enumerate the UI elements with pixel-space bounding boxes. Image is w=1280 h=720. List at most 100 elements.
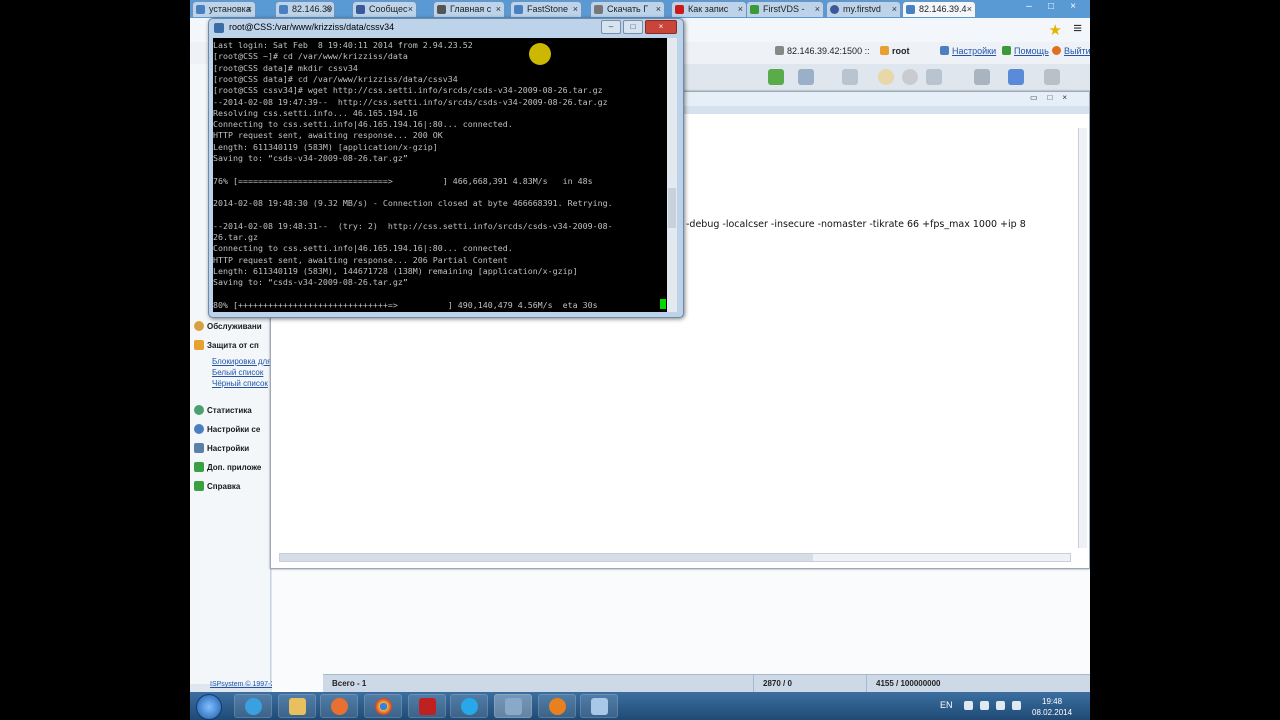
taskbar-ie[interactable]	[234, 694, 272, 718]
terminal-line: 76% [==============================> ] 4…	[213, 175, 593, 186]
minimize-icon[interactable]: –	[601, 20, 621, 34]
bulb-off-icon[interactable]	[902, 69, 918, 85]
vertical-scrollbar[interactable]	[1078, 128, 1087, 548]
clock[interactable]: 19:48 08.02.2014	[1032, 696, 1072, 718]
browser-tab[interactable]: Как запис ×	[671, 1, 747, 17]
tab-favicon-icon	[514, 5, 523, 14]
media-player-icon	[331, 698, 348, 715]
close-icon[interactable]: ×	[573, 2, 578, 17]
tab-label: Скачать Г	[607, 4, 649, 14]
sidebar-item-maintenance[interactable]: Обслуживани	[194, 321, 270, 331]
sidebar-item-label: Защита от сп	[207, 341, 259, 350]
taskbar-filezilla[interactable]	[408, 694, 446, 718]
browser-tab[interactable]: Главная с ×	[433, 1, 505, 17]
sidebar-item-settings[interactable]: Настройки	[194, 443, 270, 453]
browser-tab[interactable]: 82.146.39 ×	[275, 1, 335, 17]
browser-tab[interactable]: Сообщес ×	[352, 1, 417, 17]
terminal-line: 80% [++++++++++++++++++++++++++++++=> ] …	[213, 299, 598, 310]
clock-date: 08.02.2014	[1032, 708, 1073, 717]
add-icon[interactable]	[768, 69, 784, 85]
tab-label: my.firstvd	[843, 4, 881, 14]
terminal-line: Resolving css.setti.info... 46.165.194.1…	[213, 107, 418, 118]
sidebar-subitem-blocking[interactable]: Блокировка для	[212, 357, 270, 366]
close-icon[interactable]: ×	[967, 2, 972, 17]
inner-window-controls[interactable]: ▭□×	[1030, 93, 1077, 102]
tray-flag-icon[interactable]	[964, 701, 973, 710]
close-icon[interactable]: ×	[408, 2, 413, 17]
sidebar-subitem-blacklist[interactable]: Чёрный список	[212, 379, 270, 388]
maximize-icon[interactable]: □	[1040, 0, 1062, 14]
filter-active-icon[interactable]	[1008, 69, 1024, 85]
sidebar-item-label: Доп. приложе	[207, 463, 262, 472]
close-icon[interactable]: ×	[326, 2, 331, 17]
browser-tab[interactable]: Скачать Г ×	[590, 1, 665, 17]
filezilla-icon	[419, 698, 436, 715]
server-ip-text: 82.146.39.42:1500 ::	[787, 46, 870, 56]
close-icon[interactable]: ×	[645, 20, 677, 34]
taskbar-skype[interactable]	[450, 694, 488, 718]
sidebar-subitem-whitelist[interactable]: Белый список	[212, 368, 270, 377]
minimize-icon[interactable]: –	[1018, 0, 1040, 14]
menu-icon[interactable]: ≡	[1073, 20, 1082, 37]
bookmark-star-icon[interactable]: ★	[1049, 21, 1062, 39]
maximize-icon[interactable]: □	[623, 20, 643, 34]
language-indicator[interactable]: EN	[940, 700, 953, 710]
terminal-output[interactable]: Last login: Sat Feb 8 19:40:11 2014 from…	[213, 38, 667, 312]
browser-tab-active[interactable]: 82.146.39.4 ×	[902, 1, 976, 17]
taskbar-half-life[interactable]	[538, 694, 576, 718]
close-icon[interactable]: ×	[1062, 0, 1084, 14]
close-icon[interactable]: ×	[738, 2, 743, 17]
help-link[interactable]: Помощь	[1002, 46, 1049, 56]
close-icon[interactable]: ×	[496, 2, 501, 17]
scrollbar-thumb[interactable]	[280, 554, 813, 561]
terminal-line: Length: 611340119 (583M) [application/x-…	[213, 141, 438, 152]
tab-label: FastStone	[527, 4, 569, 14]
terminal-scrollbar[interactable]	[667, 38, 677, 312]
settings-link[interactable]: Настройки	[940, 46, 996, 56]
logout-link[interactable]: Выйти	[1052, 46, 1090, 56]
taskbar-putty[interactable]	[494, 694, 532, 718]
delete-icon[interactable]	[842, 69, 858, 85]
sidebar-item-spam-protection[interactable]: Защита от сп	[194, 340, 270, 350]
tab-favicon-icon	[279, 5, 288, 14]
tab-label: Как запис	[688, 4, 729, 14]
sidebar-item-server-settings[interactable]: Настройки се	[194, 424, 270, 434]
tab-label: FirstVDS -	[763, 4, 805, 14]
filter-icon[interactable]	[974, 69, 990, 85]
terminal-line: 26.tar.gz	[213, 232, 258, 243]
tray-volume-icon[interactable]	[1012, 701, 1021, 710]
taskbar: EN 19:48 08.02.2014	[190, 692, 1090, 720]
statistics-icon	[194, 405, 204, 415]
sidebar-item-help[interactable]: Справка	[194, 481, 270, 491]
horizontal-scrollbar[interactable]	[279, 553, 1071, 562]
terminal-line: HTTP request sent, awaiting response... …	[213, 130, 443, 141]
taskbar-app[interactable]	[580, 694, 618, 718]
close-icon[interactable]: ×	[815, 2, 820, 17]
browser-tab[interactable]: FirstVDS - ×	[746, 1, 824, 17]
sidebar-item-label: Статистика	[207, 406, 252, 415]
close-icon[interactable]: ×	[656, 2, 661, 17]
sidebar-item-statistics[interactable]: Статистика	[194, 405, 270, 415]
settings-icon[interactable]	[926, 69, 942, 85]
start-button[interactable]	[196, 694, 222, 720]
tab-favicon-icon	[437, 5, 446, 14]
export-icon[interactable]	[1044, 69, 1060, 85]
tray-network-icon[interactable]	[980, 701, 989, 710]
scrollbar-thumb[interactable]	[668, 188, 676, 228]
close-icon[interactable]: ×	[247, 2, 252, 17]
tray-monitor-icon[interactable]	[996, 701, 1005, 710]
taskbar-media[interactable]	[320, 694, 358, 718]
window-controls: – □ ×	[1018, 0, 1084, 14]
taskbar-chrome[interactable]	[364, 694, 402, 718]
current-user: root	[880, 46, 910, 56]
sidebar-item-label: Настройки	[207, 444, 250, 453]
terminal-window[interactable]: root@CSS:/var/www/krizziss/data/cssv34 –…	[208, 18, 684, 318]
close-icon[interactable]: ×	[892, 2, 897, 17]
sidebar-item-extra-apps[interactable]: Доп. приложе	[194, 462, 270, 472]
browser-tab[interactable]: установка ×	[192, 1, 256, 17]
bulb-on-icon[interactable]	[878, 69, 894, 85]
edit-icon[interactable]	[798, 69, 814, 85]
browser-tab[interactable]: my.firstvd ×	[826, 1, 901, 17]
taskbar-explorer[interactable]	[278, 694, 316, 718]
browser-tab[interactable]: FastStone ×	[510, 1, 582, 17]
